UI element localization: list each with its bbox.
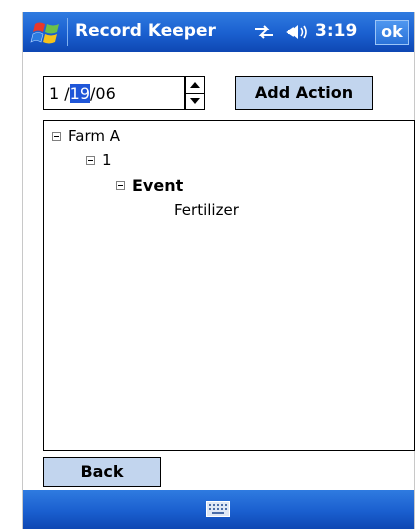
tree-node-label: Event: [132, 176, 184, 195]
up-arrow-icon: [190, 82, 200, 88]
collapse-icon[interactable]: [116, 181, 125, 190]
windows-flag-icon[interactable]: [29, 19, 65, 45]
tree-node-label: 1: [102, 151, 112, 169]
date-value: 1 /19/06: [49, 84, 116, 103]
record-tree[interactable]: Farm A 1 Event Fertilizer: [43, 120, 415, 451]
title-bar: Record Keeper 3:19 ok: [23, 12, 414, 52]
spin-down-button[interactable]: [186, 93, 204, 109]
clock[interactable]: 3:19: [315, 21, 357, 41]
date-year[interactable]: /06: [90, 84, 116, 103]
collapse-icon[interactable]: [52, 132, 61, 141]
ok-button[interactable]: ok: [375, 20, 409, 45]
date-day-selected[interactable]: 19: [69, 84, 91, 103]
date-month[interactable]: 1 /: [49, 84, 70, 103]
back-button[interactable]: Back: [43, 457, 161, 487]
app-title: Record Keeper: [75, 21, 216, 41]
keyboard-icon[interactable]: [206, 501, 230, 517]
menu-bar: [23, 490, 414, 529]
collapse-icon[interactable]: [86, 156, 95, 165]
add-action-button[interactable]: Add Action: [235, 76, 373, 110]
date-spinner[interactable]: [185, 76, 205, 110]
title-separator: [67, 18, 68, 46]
device-screen: Record Keeper 3:19 ok 1 /19/06 Add Actio…: [22, 12, 415, 529]
speaker-icon[interactable]: [285, 22, 309, 42]
date-picker[interactable]: 1 /19/06: [43, 76, 185, 110]
tree-node-label: Farm A: [68, 127, 120, 145]
tree-node-label: Fertilizer: [174, 201, 239, 219]
connectivity-icon[interactable]: [253, 23, 275, 41]
spin-up-button[interactable]: [186, 77, 204, 94]
down-arrow-icon: [190, 98, 200, 104]
